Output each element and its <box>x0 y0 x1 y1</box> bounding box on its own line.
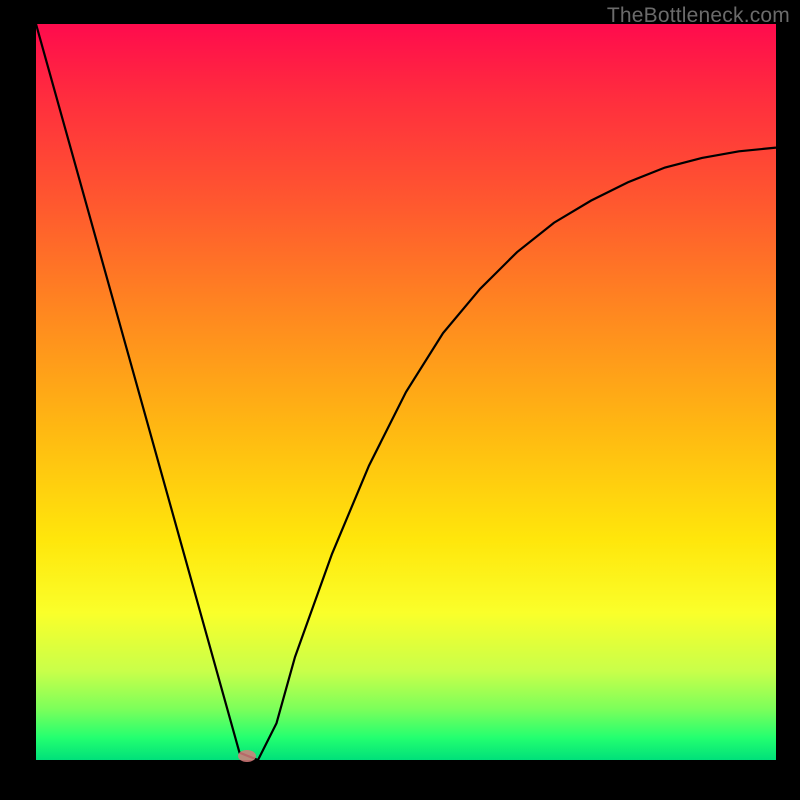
plot-area <box>36 24 776 760</box>
chart-frame: TheBottleneck.com <box>0 0 800 800</box>
curve-path <box>36 24 776 760</box>
min-marker <box>238 750 256 762</box>
bottleneck-curve <box>36 24 776 760</box>
